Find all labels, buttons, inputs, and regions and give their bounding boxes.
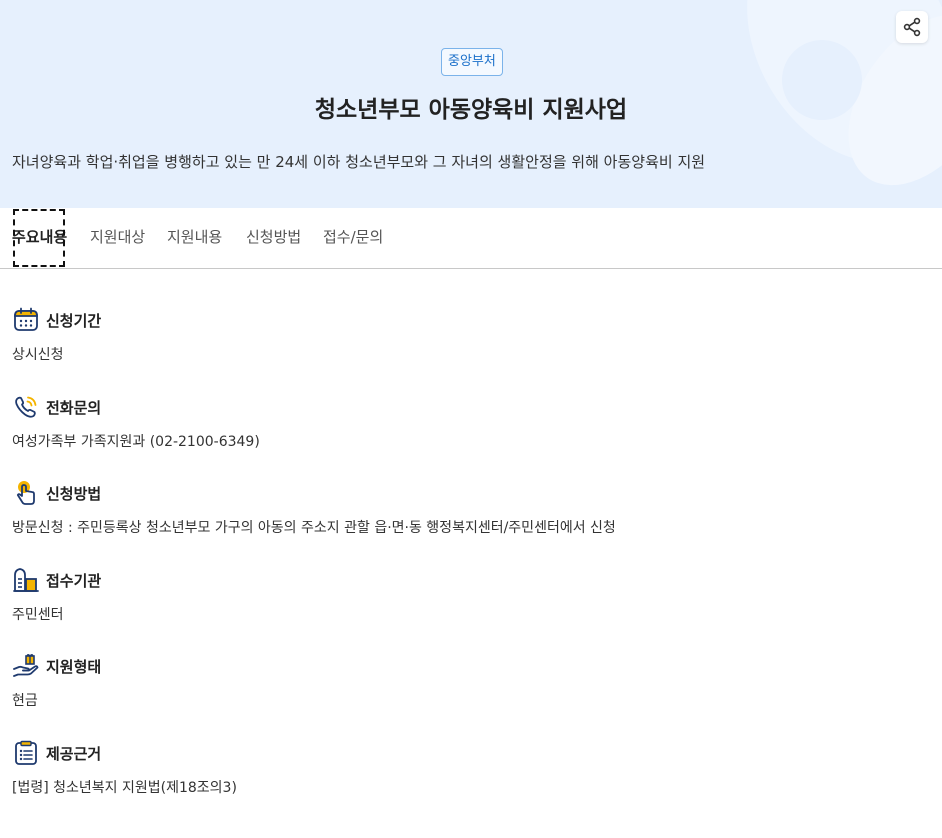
section-body: 현금	[12, 693, 38, 709]
section-title: 지원형태	[46, 657, 102, 676]
section-receiving-agency: 접수기관 주민센터	[12, 566, 932, 626]
section-body: [법령] 청소년복지 지원법(제18조의3)	[12, 780, 237, 796]
section-body: 방문신청 : 주민등록상 청소년부모 가구의 아동의 주소지 관할 읍·면·동 …	[12, 520, 616, 536]
page-title: 청소년부모 아동양육비 지원사업	[314, 97, 628, 123]
tab-contact[interactable]: 접수/문의	[323, 226, 383, 248]
section-title: 제공근거	[46, 744, 102, 763]
tab-bar: 주요내용 지원대상 지원내용 신청방법 접수/문의	[0, 208, 942, 269]
page-description: 자녀양육과 학업·취업을 병행하고 있는 만 24세 이하 청소년부모와 그 자…	[12, 153, 706, 171]
section-phone-inquiry: 전화문의 여성가족부 가족지원과 (02-2100-6349)	[12, 393, 932, 453]
page-header: 중앙부처 청소년부모 아동양육비 지원사업 자녀양육과 학업·취업을 병행하고 …	[0, 0, 942, 208]
section-title: 접수기관	[46, 571, 102, 590]
section-body: 상시신청	[12, 347, 64, 363]
section-title: 전화문의	[46, 398, 102, 417]
section-support-type: 지원형태 현금	[12, 652, 932, 712]
calendar-icon	[14, 307, 38, 331]
hand-gift-icon	[13, 654, 39, 677]
clipboard-icon	[15, 740, 37, 765]
share-icon	[903, 17, 921, 37]
section-application-period: 신청기간 상시신청	[12, 306, 932, 366]
section-title: 신청방법	[46, 484, 102, 503]
share-button[interactable]	[896, 11, 928, 43]
tab-eligibility[interactable]: 지원대상	[90, 226, 145, 248]
tab-support-details[interactable]: 지원내용	[167, 226, 222, 248]
building-icon	[13, 568, 39, 592]
section-title: 신청기간	[46, 311, 102, 330]
section-body: 여성가족부 가족지원과 (02-2100-6349)	[12, 434, 260, 450]
category-badge: 중앙부처	[441, 48, 503, 76]
hand-pointer-icon	[16, 481, 35, 505]
section-body: 주민센터	[12, 607, 64, 623]
phone-icon	[15, 396, 37, 418]
section-application-method: 신청방법 방문신청 : 주민등록상 청소년부모 가구의 아동의 주소지 관할 읍…	[12, 479, 932, 539]
tab-application-method[interactable]: 신청방법	[246, 226, 301, 248]
section-legal-basis: 제공근거 [법령] 청소년복지 지원법(제18조의3)	[12, 739, 932, 799]
tab-main-content[interactable]: 주요내용	[12, 226, 67, 248]
